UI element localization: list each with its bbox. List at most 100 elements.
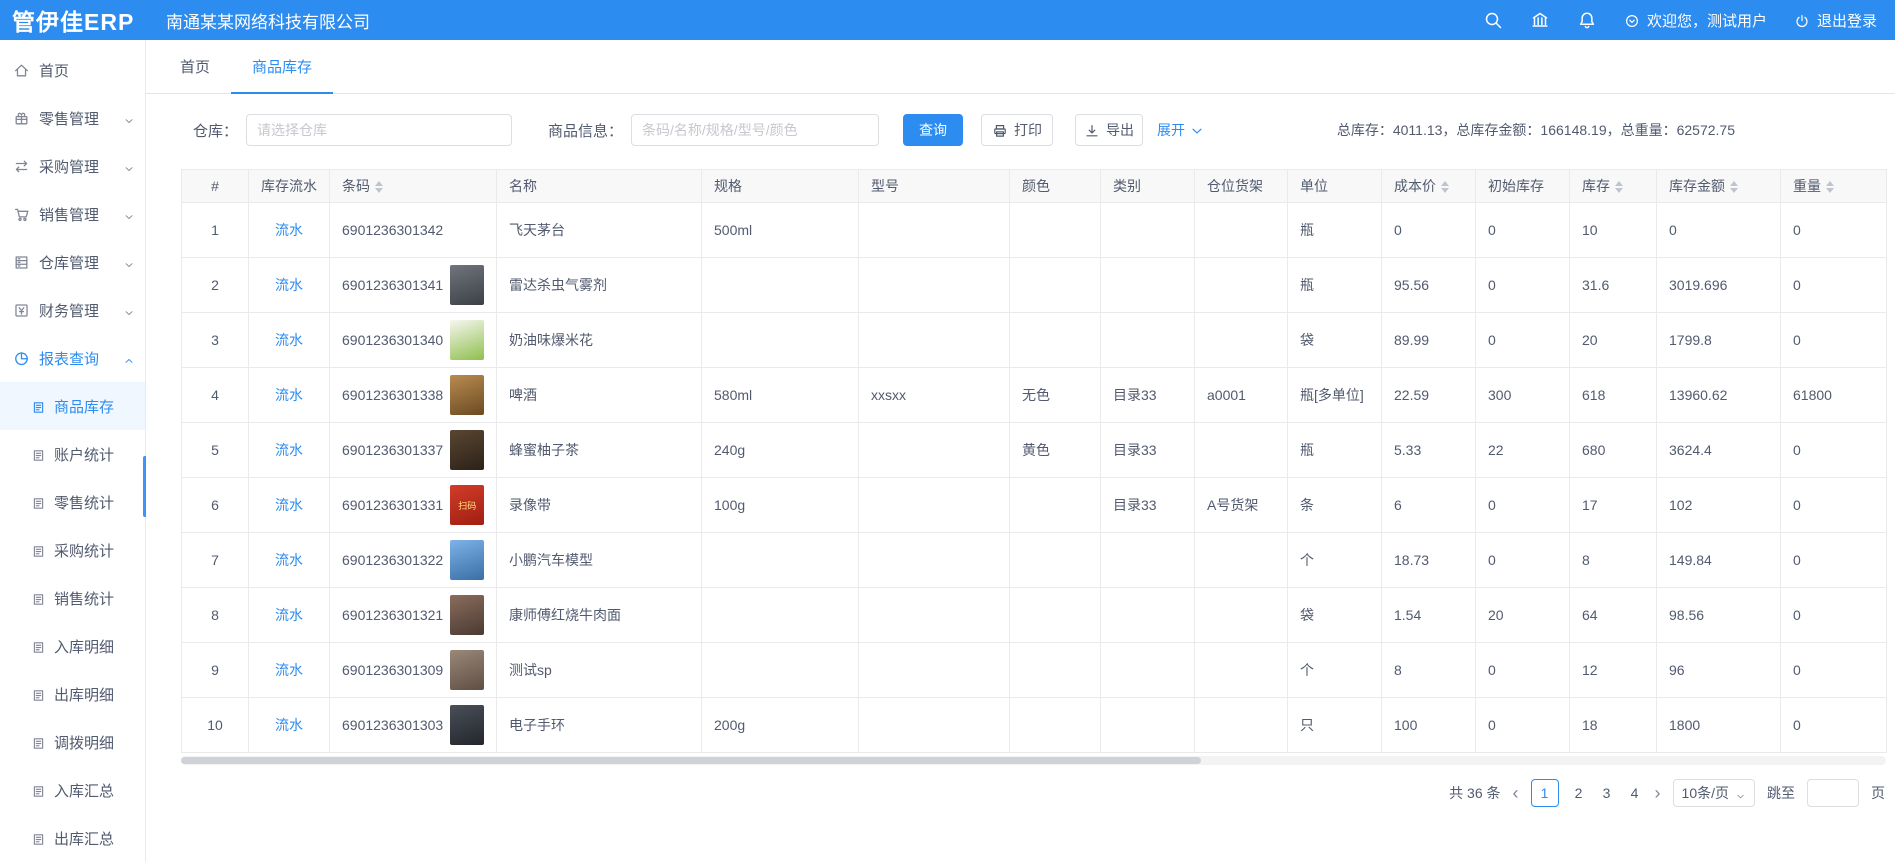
tab-goods-stock[interactable]: 商品库存 [231, 40, 333, 93]
horizontal-scrollbar[interactable] [181, 756, 1886, 765]
cell-color: 黄色 [1010, 423, 1101, 478]
column-header-barcode[interactable]: 条码 [330, 170, 497, 203]
logout-icon [1794, 12, 1810, 28]
flow-link[interactable]: 流水 [275, 332, 303, 348]
flow-link[interactable]: 流水 [275, 222, 303, 238]
cell-category: 目录33 [1101, 368, 1195, 423]
product-thumbnail[interactable] [450, 375, 484, 415]
sidebar-item-warehouse[interactable]: 仓库管理 [0, 238, 145, 286]
warehouse-icon [13, 254, 30, 271]
prev-page-button[interactable]: ‹ [1513, 784, 1519, 802]
column-header-stock[interactable]: 库存 [1570, 170, 1657, 203]
cell-stock: 10 [1570, 203, 1657, 258]
horizontal-scrollbar-thumb[interactable] [181, 757, 1201, 764]
sidebar-item-goods-stock[interactable]: 商品库存 [0, 382, 145, 430]
column-header-idx: # [182, 170, 249, 203]
sort-icon[interactable] [1730, 181, 1738, 193]
tab-home[interactable]: 首页 [159, 40, 231, 93]
sidebar-item-purchase[interactable]: 采购管理 [0, 142, 145, 190]
column-header-cost[interactable]: 成本价 [1382, 170, 1476, 203]
cell-spec [702, 258, 859, 313]
jump-page-input[interactable] [1807, 779, 1859, 807]
sidebar-item-finance[interactable]: 财务管理 [0, 286, 145, 334]
product-thumbnail[interactable] [450, 595, 484, 635]
column-header-weight[interactable]: 重量 [1781, 170, 1887, 203]
cell-cost: 0 [1382, 203, 1476, 258]
sidebar-item-account-stats[interactable]: 账户统计 [0, 430, 145, 478]
product-thumbnail[interactable] [450, 265, 484, 305]
print-button[interactable]: 打印 [981, 114, 1053, 146]
export-button[interactable]: 导出 [1075, 114, 1143, 146]
product-thumbnail[interactable] [450, 430, 484, 470]
page-number-3[interactable]: 3 [1599, 785, 1615, 801]
sidebar-item-outbound-detail[interactable]: 出库明细 [0, 670, 145, 718]
cell-barcode: 6901236301337 [330, 423, 497, 478]
sidebar-item-sales[interactable]: 销售管理 [0, 190, 145, 238]
sidebar-item-purchase-stats[interactable]: 采购统计 [0, 526, 145, 574]
product-thumbnail[interactable]: 扫码 [450, 485, 484, 525]
column-header-amount[interactable]: 库存金额 [1657, 170, 1781, 203]
cell-amount: 0 [1657, 203, 1781, 258]
flow-link[interactable]: 流水 [275, 552, 303, 568]
expand-link[interactable]: 展开 [1157, 120, 1205, 140]
cell-name: 录像带 [497, 478, 702, 533]
cell-amount: 149.84 [1657, 533, 1781, 588]
logout-button[interactable]: 退出登录 [1794, 10, 1877, 31]
search-icon[interactable] [1483, 10, 1503, 30]
cell-barcode: 6901236301331扫码 [330, 478, 497, 533]
flow-link[interactable]: 流水 [275, 387, 303, 403]
jump-label: 跳至 [1767, 783, 1795, 803]
cell-barcode: 6901236301322 [330, 533, 497, 588]
sort-icon[interactable] [1826, 181, 1834, 193]
sort-icon[interactable] [375, 181, 383, 193]
product-thumbnail[interactable] [450, 705, 484, 745]
product-info-input[interactable] [631, 114, 879, 146]
sidebar-item-transfer-detail[interactable]: 调拨明细 [0, 718, 145, 766]
flow-link[interactable]: 流水 [275, 717, 303, 733]
next-page-button[interactable]: › [1655, 784, 1661, 802]
cell-model: xxsxx [859, 368, 1010, 423]
bank-icon[interactable] [1530, 10, 1550, 30]
bell-icon[interactable] [1577, 10, 1597, 30]
flow-link[interactable]: 流水 [275, 277, 303, 293]
cell-init: 0 [1476, 533, 1570, 588]
product-thumbnail[interactable] [450, 320, 484, 360]
page-number-4[interactable]: 4 [1627, 785, 1643, 801]
cell-stock: 12 [1570, 643, 1657, 698]
flow-link[interactable]: 流水 [275, 497, 303, 513]
sidebar-item-label: 入库明细 [54, 636, 114, 657]
page-size-select[interactable]: 10条/页 [1673, 779, 1755, 807]
cell-index: 10 [182, 698, 249, 753]
cell-stock: 18 [1570, 698, 1657, 753]
page-number-2[interactable]: 2 [1571, 785, 1587, 801]
sidebar: 首页零售管理采购管理销售管理仓库管理财务管理报表查询商品库存账户统计零售统计采购… [0, 40, 146, 862]
table-row: 1流水6901236301342飞天茅台500ml瓶001000 [182, 203, 1887, 258]
warehouse-input[interactable] [246, 114, 512, 146]
sort-icon[interactable] [1441, 181, 1449, 193]
sidebar-item-report[interactable]: 报表查询 [0, 334, 145, 382]
summary-totals: 总库存：4011.13，总库存金额：166148.19，总重量：62572.75 [1337, 120, 1735, 140]
cell-init: 0 [1476, 258, 1570, 313]
search-button[interactable]: 查询 [903, 114, 963, 146]
sidebar-item-home[interactable]: 首页 [0, 46, 145, 94]
sidebar-item-outbound-summary[interactable]: 出库汇总 [0, 814, 145, 862]
sort-icon[interactable] [1615, 181, 1623, 193]
table-row: 4流水6901236301338啤酒580mlxxsxx无色目录33a0001瓶… [182, 368, 1887, 423]
flow-link[interactable]: 流水 [275, 442, 303, 458]
sidebar-item-retail-stats[interactable]: 零售统计 [0, 478, 145, 526]
sidebar-item-retail[interactable]: 零售管理 [0, 94, 145, 142]
page-number-1[interactable]: 1 [1531, 779, 1559, 807]
sidebar-item-sales-stats[interactable]: 销售统计 [0, 574, 145, 622]
cell-flow: 流水 [249, 698, 330, 753]
cell-flow: 流水 [249, 478, 330, 533]
sidebar-item-inbound-detail[interactable]: 入库明细 [0, 622, 145, 670]
table-row: 7流水6901236301322小鹏汽车模型个18.7308149.840 [182, 533, 1887, 588]
product-thumbnail[interactable] [450, 650, 484, 690]
cell-init: 0 [1476, 203, 1570, 258]
user-menu[interactable]: 欢迎您，测试用户 [1624, 10, 1767, 31]
sidebar-item-inbound-summary[interactable]: 入库汇总 [0, 766, 145, 814]
flow-link[interactable]: 流水 [275, 662, 303, 678]
cell-model [859, 643, 1010, 698]
flow-link[interactable]: 流水 [275, 607, 303, 623]
product-thumbnail[interactable] [450, 540, 484, 580]
